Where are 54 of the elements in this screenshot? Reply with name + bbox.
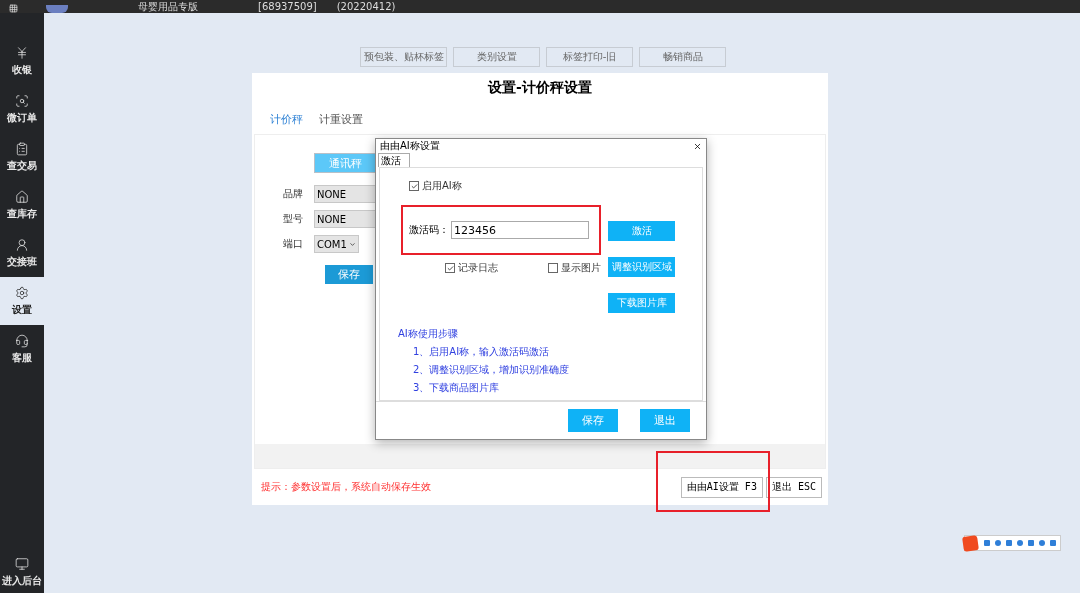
tab[interactable]: 激活 xyxy=(378,153,410,167)
monitor-icon xyxy=(15,557,29,571)
quick-button[interactable]: 预包装、贴杯标签 xyxy=(360,47,447,67)
checkbox-label: 启用AI称 xyxy=(422,179,462,193)
step-text: 3、下载商品图片库 xyxy=(413,381,501,395)
checkbox-label: 记录日志 xyxy=(458,261,498,275)
footer-button[interactable]: 退出 ESC xyxy=(765,476,822,498)
check-icon xyxy=(446,264,454,272)
headset-icon xyxy=(15,333,29,348)
sidebar-item[interactable]: 查交易 xyxy=(0,133,44,181)
tab[interactable]: 计价秤 xyxy=(270,109,303,129)
sidebar-item[interactable]: 客服 xyxy=(0,325,44,373)
sidebar-item[interactable]: 进入后台 xyxy=(0,557,44,588)
footer-button[interactable]: 由由AI设置 F3 xyxy=(680,476,763,498)
sidebar-item[interactable]: 微订单 xyxy=(0,85,44,133)
check-icon xyxy=(410,182,418,190)
panel-title: 设置-计价秤设置 xyxy=(486,78,593,97)
field-label: 激活码： xyxy=(409,223,449,237)
hint-text: 提示：参数设置后，系统自动保存生效 xyxy=(261,480,432,494)
yen-icon xyxy=(15,45,29,60)
tab[interactable]: 计重设置 xyxy=(319,109,363,129)
account-label: [68937509] xyxy=(258,1,317,13)
field-label: 端口 xyxy=(283,237,304,251)
checkbox[interactable] xyxy=(445,263,455,273)
checkbox-label: 显示图片 xyxy=(561,261,601,275)
checkbox[interactable] xyxy=(548,263,558,273)
steps-title: AI称使用步骤 xyxy=(398,327,459,341)
field-label: 品牌 xyxy=(283,187,304,201)
port-select[interactable]: COM1 xyxy=(314,235,359,253)
ime-logo-icon xyxy=(962,534,979,552)
house-icon xyxy=(15,189,29,204)
apps-icon[interactable] xyxy=(9,4,18,13)
version-label: (20220412) xyxy=(336,1,396,13)
quick-button[interactable]: 类别设置 xyxy=(453,47,540,67)
quick-button[interactable]: 畅销商品 xyxy=(639,47,726,67)
chevron-icon xyxy=(348,240,356,248)
field-label: 型号 xyxy=(283,212,304,226)
step-text: 2、调整识别区域，增加识别准确度 xyxy=(413,363,571,377)
user-icon xyxy=(15,237,29,252)
edition-label: 母婴用品专版 xyxy=(138,1,198,13)
close-icon[interactable] xyxy=(693,141,702,151)
step-text: 1、启用AI称，输入激活码激活 xyxy=(413,345,551,359)
checkbox[interactable] xyxy=(409,181,419,191)
sidebar-item[interactable]: 查库存 xyxy=(0,181,44,229)
scan-search-icon xyxy=(15,93,29,108)
sidebar-item[interactable]: 设置 xyxy=(0,277,44,325)
activation-code-field[interactable]: 123456 xyxy=(451,221,589,239)
dialog-title: 由由AI称设置 xyxy=(380,139,440,153)
quick-button[interactable]: 标签打印-旧 xyxy=(546,47,633,67)
settings-icon xyxy=(15,285,29,300)
clipboard-icon xyxy=(15,141,29,156)
sidebar-item[interactable]: 收银 xyxy=(0,37,44,85)
sidebar-item[interactable]: 交接班 xyxy=(0,229,44,277)
logo-icon xyxy=(46,5,68,13)
